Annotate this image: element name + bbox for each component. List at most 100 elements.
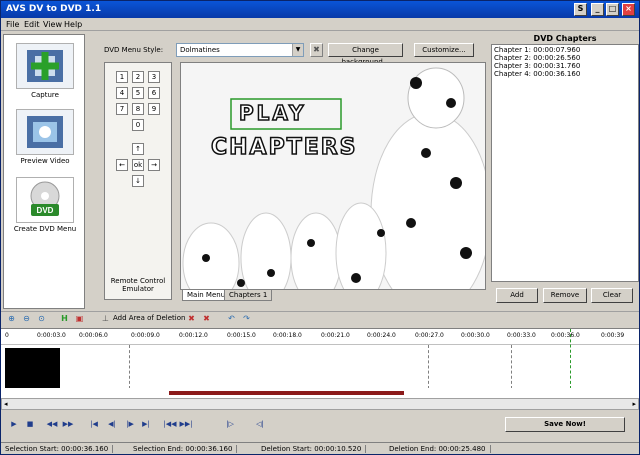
go-start-icon[interactable]: |◀◀ [163,419,177,431]
video-thumbnail [5,348,60,388]
add-area-label[interactable]: Add Area of Deletion [113,314,185,322]
playhead[interactable] [570,329,571,389]
fast-forward-icon[interactable]: ▶▶ [61,419,75,431]
mark-in-icon[interactable]: |▷ [223,419,237,431]
save-now-button[interactable]: Save Now! [505,417,625,432]
remove-area-icon[interactable]: ✖ [186,313,197,324]
sidebar-item-capture[interactable]: Capture [12,43,78,101]
menu-edit[interactable]: Edit [24,20,40,29]
key-7[interactable]: 7 [116,103,128,115]
status-bar: Selection Start: 00:00:36.160 Selection … [1,442,639,454]
tick-label: 0:00:06.0 [79,332,108,339]
tick-label: 0:00:12.0 [179,332,208,339]
menu-file[interactable]: File [6,20,19,29]
chapter-marker[interactable] [511,345,512,389]
menu-style-select[interactable]: Dolmatines ▼ [176,43,304,57]
tick-label: 0:00:24.0 [367,332,396,339]
tick-label: 0:00:36.0 [551,332,580,339]
chapter-marker[interactable] [428,345,429,389]
sidebar-item-create-dvd-menu[interactable]: DVD Create DVD Menu [12,177,78,235]
tick-label: 0:00:03.0 [37,332,66,339]
key-1[interactable]: 1 [116,71,128,83]
clear-style-button[interactable]: ✖ [310,43,323,57]
key-4[interactable]: 4 [116,87,128,99]
play-icon[interactable]: ▶ [7,419,21,431]
next-chapter-icon[interactable]: ▶| [139,419,153,431]
add-chapter-button[interactable]: Add [496,288,538,303]
arrow-right-icon[interactable]: → [148,159,160,171]
zoom-fit-icon[interactable]: ⊙ [36,313,47,324]
dvd-menu-panel: DVD Menu Style: Dolmatines ▼ ✖ Change ba… [96,34,488,302]
scroll-right-icon[interactable]: ▸ [632,400,636,408]
list-item[interactable]: Chapter 3: 00:00:31.760 [494,62,636,70]
stop-icon[interactable]: ■ [23,419,37,431]
chapter-marker[interactable] [129,345,130,389]
key-9[interactable]: 9 [148,103,160,115]
remove-chapter-button[interactable]: Remove [543,288,587,303]
list-item[interactable]: Chapter 1: 00:00:07.960 [494,46,636,54]
selection-start: Selection Start: 00:00:36.160 [5,445,114,453]
arrow-down-icon[interactable]: ↓ [132,175,144,187]
redo-icon[interactable]: ↷ [241,313,252,324]
key-2[interactable]: 2 [132,71,144,83]
chapters-menu-item[interactable]: CHAPTERS [210,134,358,161]
tab-chapters-1[interactable]: Chapters 1 [224,290,273,301]
deletion-area[interactable] [169,391,404,395]
play-menu-item[interactable]: PLAY [238,100,306,126]
list-item[interactable]: Chapter 2: 00:00:26.560 [494,54,636,62]
close-button[interactable]: × [622,3,635,16]
undo-icon[interactable]: ↶ [226,313,237,324]
go-end-icon[interactable]: ▶▶| [179,419,193,431]
menu-bar: File Edit View Help [1,18,639,31]
scroll-left-icon[interactable]: ◂ [4,400,8,408]
timeline-scrollbar[interactable]: ◂ ▸ [1,398,639,410]
title-bar: AVS DV to DVD 1.1 S _ □ × [1,1,639,18]
menu-preview[interactable]: PLAY CHAPTERS [180,62,486,290]
menu-view[interactable]: View [43,20,62,29]
mark-out-icon[interactable]: ◁| [253,419,267,431]
chevron-down-icon[interactable]: ▼ [292,44,303,56]
sidebar-item-preview[interactable]: Preview Video [12,109,78,167]
tick-label: 0:00:09.0 [131,332,160,339]
zoom-in-icon[interactable]: ⊕ [6,313,17,324]
timeline-ruler: 0 0:00:03.0 0:00:06.0 0:00:09.0 0:00:12.… [1,328,639,344]
skin-button[interactable]: S [574,3,587,16]
rewind-icon[interactable]: ◀◀ [45,419,59,431]
zoom-out-icon[interactable]: ⊖ [21,313,32,324]
arrow-up-icon[interactable]: ↑ [132,143,144,155]
add-area-icon[interactable]: ⊥ [100,313,111,324]
tab-main-menu[interactable]: Main Menu [182,290,231,301]
tick-label: 0:00:27.0 [415,332,444,339]
dvd-disc-icon: DVD [16,177,74,223]
tick-label: 0:00:33.0 [507,332,536,339]
key-0[interactable]: 0 [132,119,144,131]
remove-all-areas-icon[interactable]: ✖ [201,313,212,324]
remote-label: Remote Control Emulator [110,277,166,293]
delete-area-icon[interactable]: ▣ [74,313,85,324]
dalmatian-background [181,63,485,289]
chapters-list: Chapter 1: 00:00:07.960 Chapter 2: 00:00… [491,44,639,282]
change-background-button[interactable]: Change background... [328,43,403,66]
arrow-left-icon[interactable]: ← [116,159,128,171]
ok-key[interactable]: ok [132,159,144,171]
maximize-button[interactable]: □ [606,3,619,16]
prev-chapter-icon[interactable]: |▶ [123,419,137,431]
tick-label: 0:00:30.0 [461,332,490,339]
key-5[interactable]: 5 [132,87,144,99]
svg-text:DVD: DVD [37,206,54,215]
deletion-track[interactable] [1,388,639,398]
video-track[interactable] [1,329,639,389]
film-preview-icon [16,109,74,155]
menu-help[interactable]: Help [64,20,82,29]
list-item[interactable]: Chapter 4: 00:00:36.160 [494,70,636,78]
key-3[interactable]: 3 [148,71,160,83]
next-frame-icon[interactable]: ◀| [105,419,119,431]
window-title: AVS DV to DVD 1.1 [6,4,102,14]
split-icon[interactable]: H [59,313,70,324]
key-6[interactable]: 6 [148,87,160,99]
key-8[interactable]: 8 [132,103,144,115]
prev-frame-icon[interactable]: |◀ [87,419,101,431]
clear-chapters-button[interactable]: Clear [591,288,633,303]
minimize-button[interactable]: _ [591,3,604,16]
customize-button[interactable]: Customize... [414,43,474,57]
